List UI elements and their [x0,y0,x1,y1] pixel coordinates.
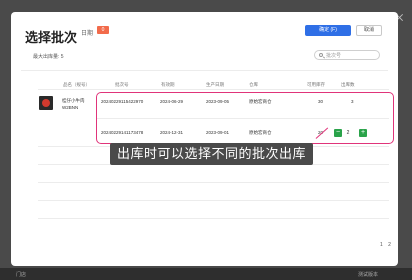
col-header-out-qty: 出库数 [341,82,355,87]
status-right: 测试版本 [358,272,379,278]
col-header-expiry: 有效期 [161,82,175,87]
cancel-button[interactable]: 取消 [356,25,382,36]
dialog-title: 选择批次 [25,30,78,45]
today-label: 日期 [81,31,94,37]
page-number[interactable]: 1 [380,242,383,248]
product-name: 桂仔小牛肉 [62,98,85,103]
col-header-stock: 可用库存 [307,82,325,87]
status-bar: 门店 测试版本 [0,268,412,280]
col-header-production: 生产日期 [206,82,224,87]
product-name-cell: 桂仔小牛肉 W2BNN [62,97,85,111]
col-header-batch: 批次号 [115,82,129,87]
table-divider [38,218,389,219]
col-header-product: 品名（规号） [63,82,90,87]
page-total[interactable]: 2 [388,242,391,248]
col-header-warehouse: 仓库 [249,82,258,87]
pager: 1 2 [376,242,391,248]
batch-search-box[interactable] [314,50,380,60]
product-code: W2BNN [62,105,79,110]
status-left: 门店 [16,272,27,278]
today-badge: 0 [97,26,109,34]
batch-select-dialog: 选择批次 日期 0 确定 (F) 取消 最大出库量: 5 品名（规号） 批次号 … [11,12,398,266]
divider [21,70,388,71]
max-out-quantity: 最大出库量: 5 [33,54,64,60]
table-divider [38,89,389,90]
product-thumbnail [39,96,53,110]
batch-highlight-frame [96,92,394,144]
confirm-button[interactable]: 确定 (F) [305,25,351,36]
batch-search-input[interactable] [326,52,376,59]
search-icon [319,53,323,57]
table-divider [38,200,389,201]
annotation-caption: 出库时可以选择不同的批次出库 [110,143,313,165]
table-divider [38,182,389,183]
